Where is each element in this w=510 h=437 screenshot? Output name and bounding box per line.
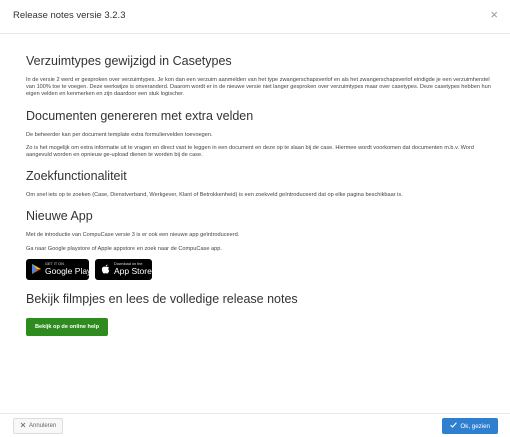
ok-label: Ok, gezien	[460, 422, 490, 430]
dialog-title: Release notes versie 3.2.3	[13, 10, 126, 21]
close-icon	[20, 422, 26, 430]
google-play-badge[interactable]: GET IT ON Google Play	[26, 258, 92, 280]
section-paragraph: Ga naar Google playstore of Apple appsto…	[26, 245, 222, 252]
section-heading: Bekijk filmpjes en lees de volledige rel…	[26, 291, 298, 306]
online-help-button[interactable]: Bekijk op de online help	[26, 317, 109, 336]
section-heading: Verzuimtypes gewijzigd in Casetypes	[26, 54, 232, 68]
section-paragraph: In de versie 2 werd er gesproken over ve…	[26, 77, 491, 98]
google-play-text: GET IT ON Google Play	[45, 262, 92, 276]
section-paragraph: Zo is het mogelijk om extra informatie u…	[26, 144, 474, 159]
release-notes-dialog: Release notes versie 3.2.3 × Verzuimtype…	[0, 0, 510, 437]
section-paragraph: Om snel iets op te zoeken (Case, Dienstv…	[26, 192, 403, 199]
section-verzuimtypes: Verzuimtypes gewijzigd in Casetypes In d…	[26, 54, 496, 99]
dialog-header: Release notes versie 3.2.3 ×	[0, 0, 510, 34]
section-documenten: Documenten genereren met extra velden De…	[26, 109, 496, 160]
section-paragraph: Met de introductie van CompuCase versie …	[26, 232, 240, 239]
ok-button[interactable]: Ok, gezien	[442, 418, 498, 434]
app-store-badge[interactable]: Download on the App Store	[95, 258, 152, 280]
apple-icon	[101, 264, 110, 274]
section-nieuwe-app: Nieuwe App Met de introductie van CompuC…	[26, 209, 496, 280]
section-help: Bekijk filmpjes en lees de volledige rel…	[26, 292, 496, 336]
section-heading: Nieuwe App	[26, 209, 93, 224]
app-store-text: Download on the App Store	[114, 262, 152, 276]
section-heading: Zoekfunctionaliteit	[26, 169, 127, 184]
google-play-icon	[32, 264, 41, 275]
section-zoekfunctionaliteit: Zoekfunctionaliteit Om snel iets op te z…	[26, 169, 496, 199]
dialog-footer: Annuleren Ok, gezien	[0, 413, 510, 437]
cancel-label: Annuleren	[29, 423, 57, 429]
store-badges: GET IT ON Google Play Download on the Ap…	[26, 258, 496, 280]
app-store-big-text: App Store	[114, 265, 152, 276]
section-paragraph: De beheerder kan per document template e…	[26, 131, 213, 138]
check-icon	[450, 422, 458, 430]
google-play-big-text: Google Play	[45, 265, 92, 276]
close-icon[interactable]: ×	[490, 8, 498, 21]
section-heading: Documenten genereren met extra velden	[26, 108, 254, 123]
dialog-content: Verzuimtypes gewijzigd in Casetypes In d…	[26, 54, 496, 346]
cancel-button[interactable]: Annuleren	[13, 418, 64, 434]
